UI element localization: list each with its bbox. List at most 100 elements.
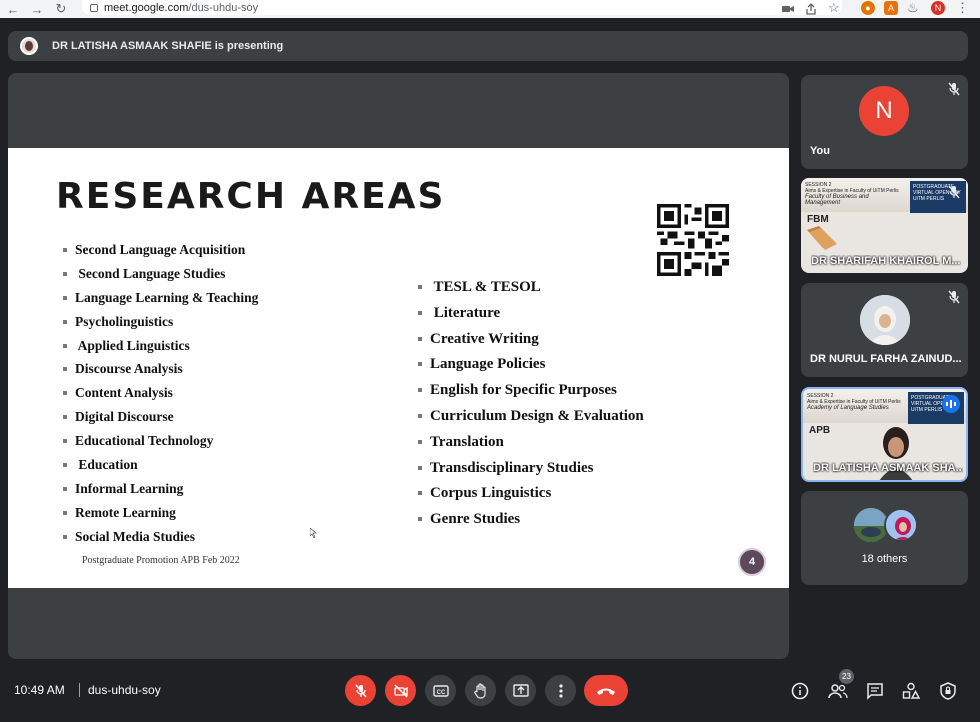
browser-menu-icon[interactable]: ⋮ bbox=[956, 0, 969, 16]
camera-toggle-button[interactable] bbox=[385, 675, 416, 706]
list-item: Transdisciplinary Studies bbox=[418, 457, 644, 483]
thumbnail-text: SESSION 2 Aims & Expertise in Faculty of… bbox=[805, 182, 905, 206]
leave-call-button[interactable] bbox=[584, 675, 628, 706]
research-list-left: Second Language Acquisition Second Langu… bbox=[63, 240, 258, 551]
closed-captions-icon: CC bbox=[432, 684, 449, 697]
forward-icon[interactable]: → bbox=[26, 0, 48, 18]
list-item: Genre Studies bbox=[418, 508, 644, 534]
browser-toolbar: ← → ↻ meet.google.com/dus-uhdu-soy ☆ ● A… bbox=[0, 0, 980, 18]
svg-text:CC: CC bbox=[436, 690, 445, 696]
participant-tile-you[interactable]: N You bbox=[801, 75, 968, 169]
presentation-stage: RESEARCH AREAS Second Language Acquisiti… bbox=[8, 73, 789, 659]
lock-icon bbox=[90, 3, 98, 12]
address-bar[interactable]: meet.google.com/dus-uhdu-soy bbox=[82, 0, 842, 15]
mic-off-icon bbox=[948, 185, 960, 199]
list-item: Education bbox=[63, 455, 258, 479]
list-item: Corpus Linguistics bbox=[418, 482, 644, 508]
list-item: Second Language Studies bbox=[63, 264, 258, 288]
qr-code-icon bbox=[657, 204, 729, 276]
slide-page-number: 4 bbox=[738, 548, 766, 576]
list-item: Second Language Acquisition bbox=[63, 240, 258, 264]
more-vertical-icon bbox=[558, 683, 563, 698]
thumbnail-text: SESSION 2 Aims & Expertise in Faculty of… bbox=[807, 393, 907, 411]
list-item: Remote Learning bbox=[63, 503, 258, 527]
faculty-tag: APB bbox=[809, 425, 831, 436]
avatar bbox=[860, 295, 910, 345]
list-item: Literature bbox=[418, 302, 644, 328]
reload-icon[interactable]: ↻ bbox=[50, 0, 72, 18]
people-icon bbox=[828, 684, 848, 699]
avatar: N bbox=[859, 86, 909, 136]
extensions-puzzle-icon[interactable]: ♨ bbox=[907, 0, 919, 16]
host-controls-button[interactable] bbox=[937, 680, 959, 702]
chat-button[interactable] bbox=[864, 680, 886, 702]
list-item: Creative Writing bbox=[418, 328, 644, 354]
list-item: English for Specific Purposes bbox=[418, 379, 644, 405]
meeting-details-button[interactable] bbox=[789, 680, 811, 702]
profile-avatar[interactable]: N bbox=[931, 1, 945, 15]
camera-icon[interactable] bbox=[781, 2, 795, 14]
captions-button[interactable]: CC bbox=[425, 675, 456, 706]
url-path: /dus-uhdu-soy bbox=[188, 1, 259, 14]
participant-name: You bbox=[810, 145, 830, 157]
thumbnail-line2: Academy of Language Studies bbox=[807, 405, 889, 411]
divider bbox=[79, 683, 80, 697]
info-icon bbox=[791, 682, 809, 700]
participant-name: DR LATISHA ASMAAK SHA... bbox=[813, 462, 963, 474]
list-item: Social Media Studies bbox=[63, 527, 258, 551]
thumbnail-line2: Faculty of Business and Management bbox=[805, 194, 869, 206]
list-item: Content Analysis bbox=[63, 383, 258, 407]
presenter-avatar bbox=[20, 37, 38, 55]
participant-tile-others[interactable]: 18 others bbox=[801, 491, 968, 585]
hand-icon bbox=[473, 682, 486, 699]
back-icon[interactable]: ← bbox=[2, 0, 24, 18]
chat-icon bbox=[867, 683, 883, 700]
avatar bbox=[854, 508, 888, 542]
more-options-button[interactable] bbox=[545, 675, 576, 706]
list-item: Informal Learning bbox=[63, 479, 258, 503]
speaking-indicator-icon bbox=[942, 395, 960, 413]
shared-slide: RESEARCH AREAS Second Language Acquisiti… bbox=[8, 148, 789, 588]
url-host: meet.google.com bbox=[104, 1, 189, 14]
raise-hand-button[interactable] bbox=[465, 675, 496, 706]
list-item: Applied Linguistics bbox=[63, 336, 258, 360]
list-item: Translation bbox=[418, 431, 644, 457]
extension-icon-2[interactable]: A bbox=[884, 1, 898, 15]
camera-off-icon bbox=[393, 683, 408, 698]
list-item: Language Learning & Teaching bbox=[63, 288, 258, 312]
list-item: Discourse Analysis bbox=[63, 359, 258, 383]
people-count-badge: 23 bbox=[839, 669, 854, 684]
others-count: 18 others bbox=[861, 553, 908, 565]
activities-shapes-icon bbox=[902, 682, 920, 699]
slide-title: RESEARCH AREAS bbox=[56, 176, 446, 217]
research-list-right: TESL & TESOL Literature Creative Writing… bbox=[418, 276, 644, 534]
present-screen-icon bbox=[512, 683, 529, 697]
mic-off-icon bbox=[948, 290, 960, 304]
folder-icon bbox=[807, 226, 837, 250]
extension-icon-1[interactable]: ● bbox=[861, 1, 875, 15]
participant-tile-sharifah[interactable]: SESSION 2 Aims & Expertise in Faculty of… bbox=[801, 178, 968, 273]
list-item: TESL & TESOL bbox=[418, 276, 644, 302]
participant-tile-latisha[interactable]: SESSION 2 Aims & Expertise in Faculty of… bbox=[801, 387, 968, 482]
slide-footer: Postgraduate Promotion APB Feb 2022 bbox=[82, 555, 240, 566]
list-item: Curriculum Design & Evaluation bbox=[418, 405, 644, 431]
meeting-code: dus-uhdu-soy bbox=[88, 683, 161, 697]
share-icon[interactable] bbox=[805, 2, 817, 20]
list-item: Language Policies bbox=[418, 353, 644, 379]
presenting-banner: DR LATISHA ASMAAK SHAFIE is presenting bbox=[8, 31, 968, 61]
hang-up-icon bbox=[597, 688, 615, 695]
clock-time: 10:49 AM bbox=[14, 683, 65, 697]
present-now-button[interactable] bbox=[505, 675, 536, 706]
participant-name: DR NURUL FARHA ZAINUD... bbox=[810, 353, 962, 365]
bookmark-star-icon[interactable]: ☆ bbox=[828, 0, 840, 16]
list-item: Digital Discourse bbox=[63, 407, 258, 431]
presenting-text: DR LATISHA ASMAAK SHAFIE is presenting bbox=[52, 40, 284, 52]
participant-name: DR SHARIFAH KHAIROL M... bbox=[811, 255, 961, 267]
list-item: Psycholinguistics bbox=[63, 312, 258, 336]
mic-off-icon bbox=[354, 684, 367, 697]
mic-off-icon bbox=[948, 82, 960, 96]
participant-tile-nurul[interactable]: DR NURUL FARHA ZAINUD... bbox=[801, 283, 968, 377]
mic-toggle-button[interactable] bbox=[345, 675, 376, 706]
activities-button[interactable] bbox=[900, 680, 922, 702]
thumbnail-banner: SESSION 2 Aims & Expertise in Faculty of… bbox=[801, 178, 968, 213]
